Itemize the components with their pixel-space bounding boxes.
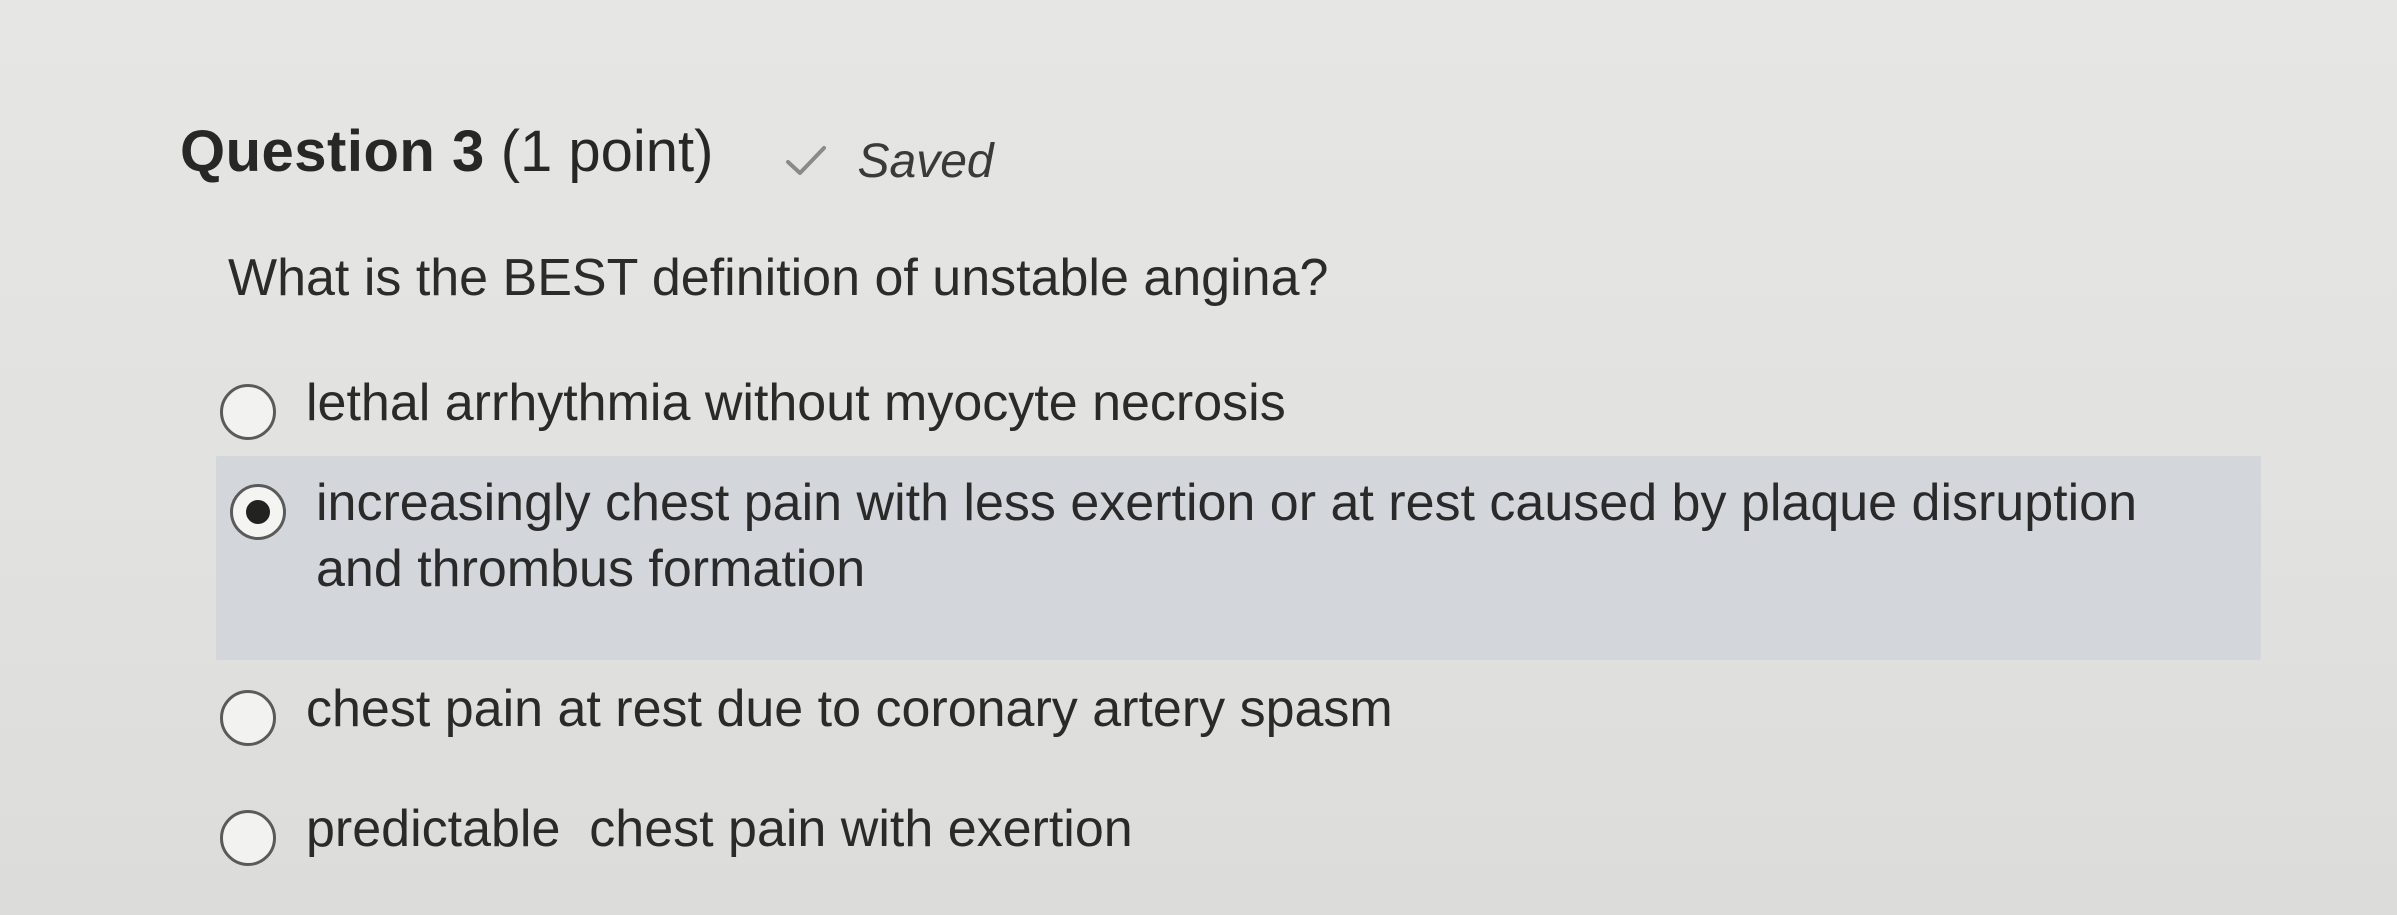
answer-label[interactable]: chest pain at rest due to coronary arter…: [306, 676, 1393, 742]
quiz-page: Question 3 (1 point) Saved What is the B…: [0, 0, 2397, 915]
radio-button[interactable]: [220, 384, 276, 440]
question-title: Question 3: [180, 119, 485, 184]
question-header: Question 3 (1 point) Saved: [180, 118, 994, 188]
answer-label[interactable]: increasingly chest pain with less exerti…: [316, 470, 2221, 602]
saved-label: Saved: [857, 134, 994, 188]
checkmark-icon: [785, 146, 826, 175]
answer-options: lethal arrhythmia without myocyte necros…: [216, 370, 2290, 906]
radio-dot: [246, 500, 270, 524]
question-prompt: What is the BEST definition of unstable …: [228, 249, 1329, 307]
answer-option-4[interactable]: predictable chest pain with exertion: [220, 796, 2290, 906]
answer-label[interactable]: lethal arrhythmia without myocyte necros…: [306, 370, 1286, 436]
radio-button[interactable]: [220, 810, 276, 866]
question-points: (1 point): [500, 119, 714, 184]
saved-status: Saved: [784, 134, 994, 189]
radio-button-selected[interactable]: [230, 484, 286, 540]
answer-option-3[interactable]: chest pain at rest due to coronary arter…: [220, 676, 2290, 796]
radio-button[interactable]: [220, 690, 276, 746]
answer-label[interactable]: predictable chest pain with exertion: [306, 796, 1133, 862]
answer-option-2[interactable]: increasingly chest pain with less exerti…: [216, 456, 2261, 660]
